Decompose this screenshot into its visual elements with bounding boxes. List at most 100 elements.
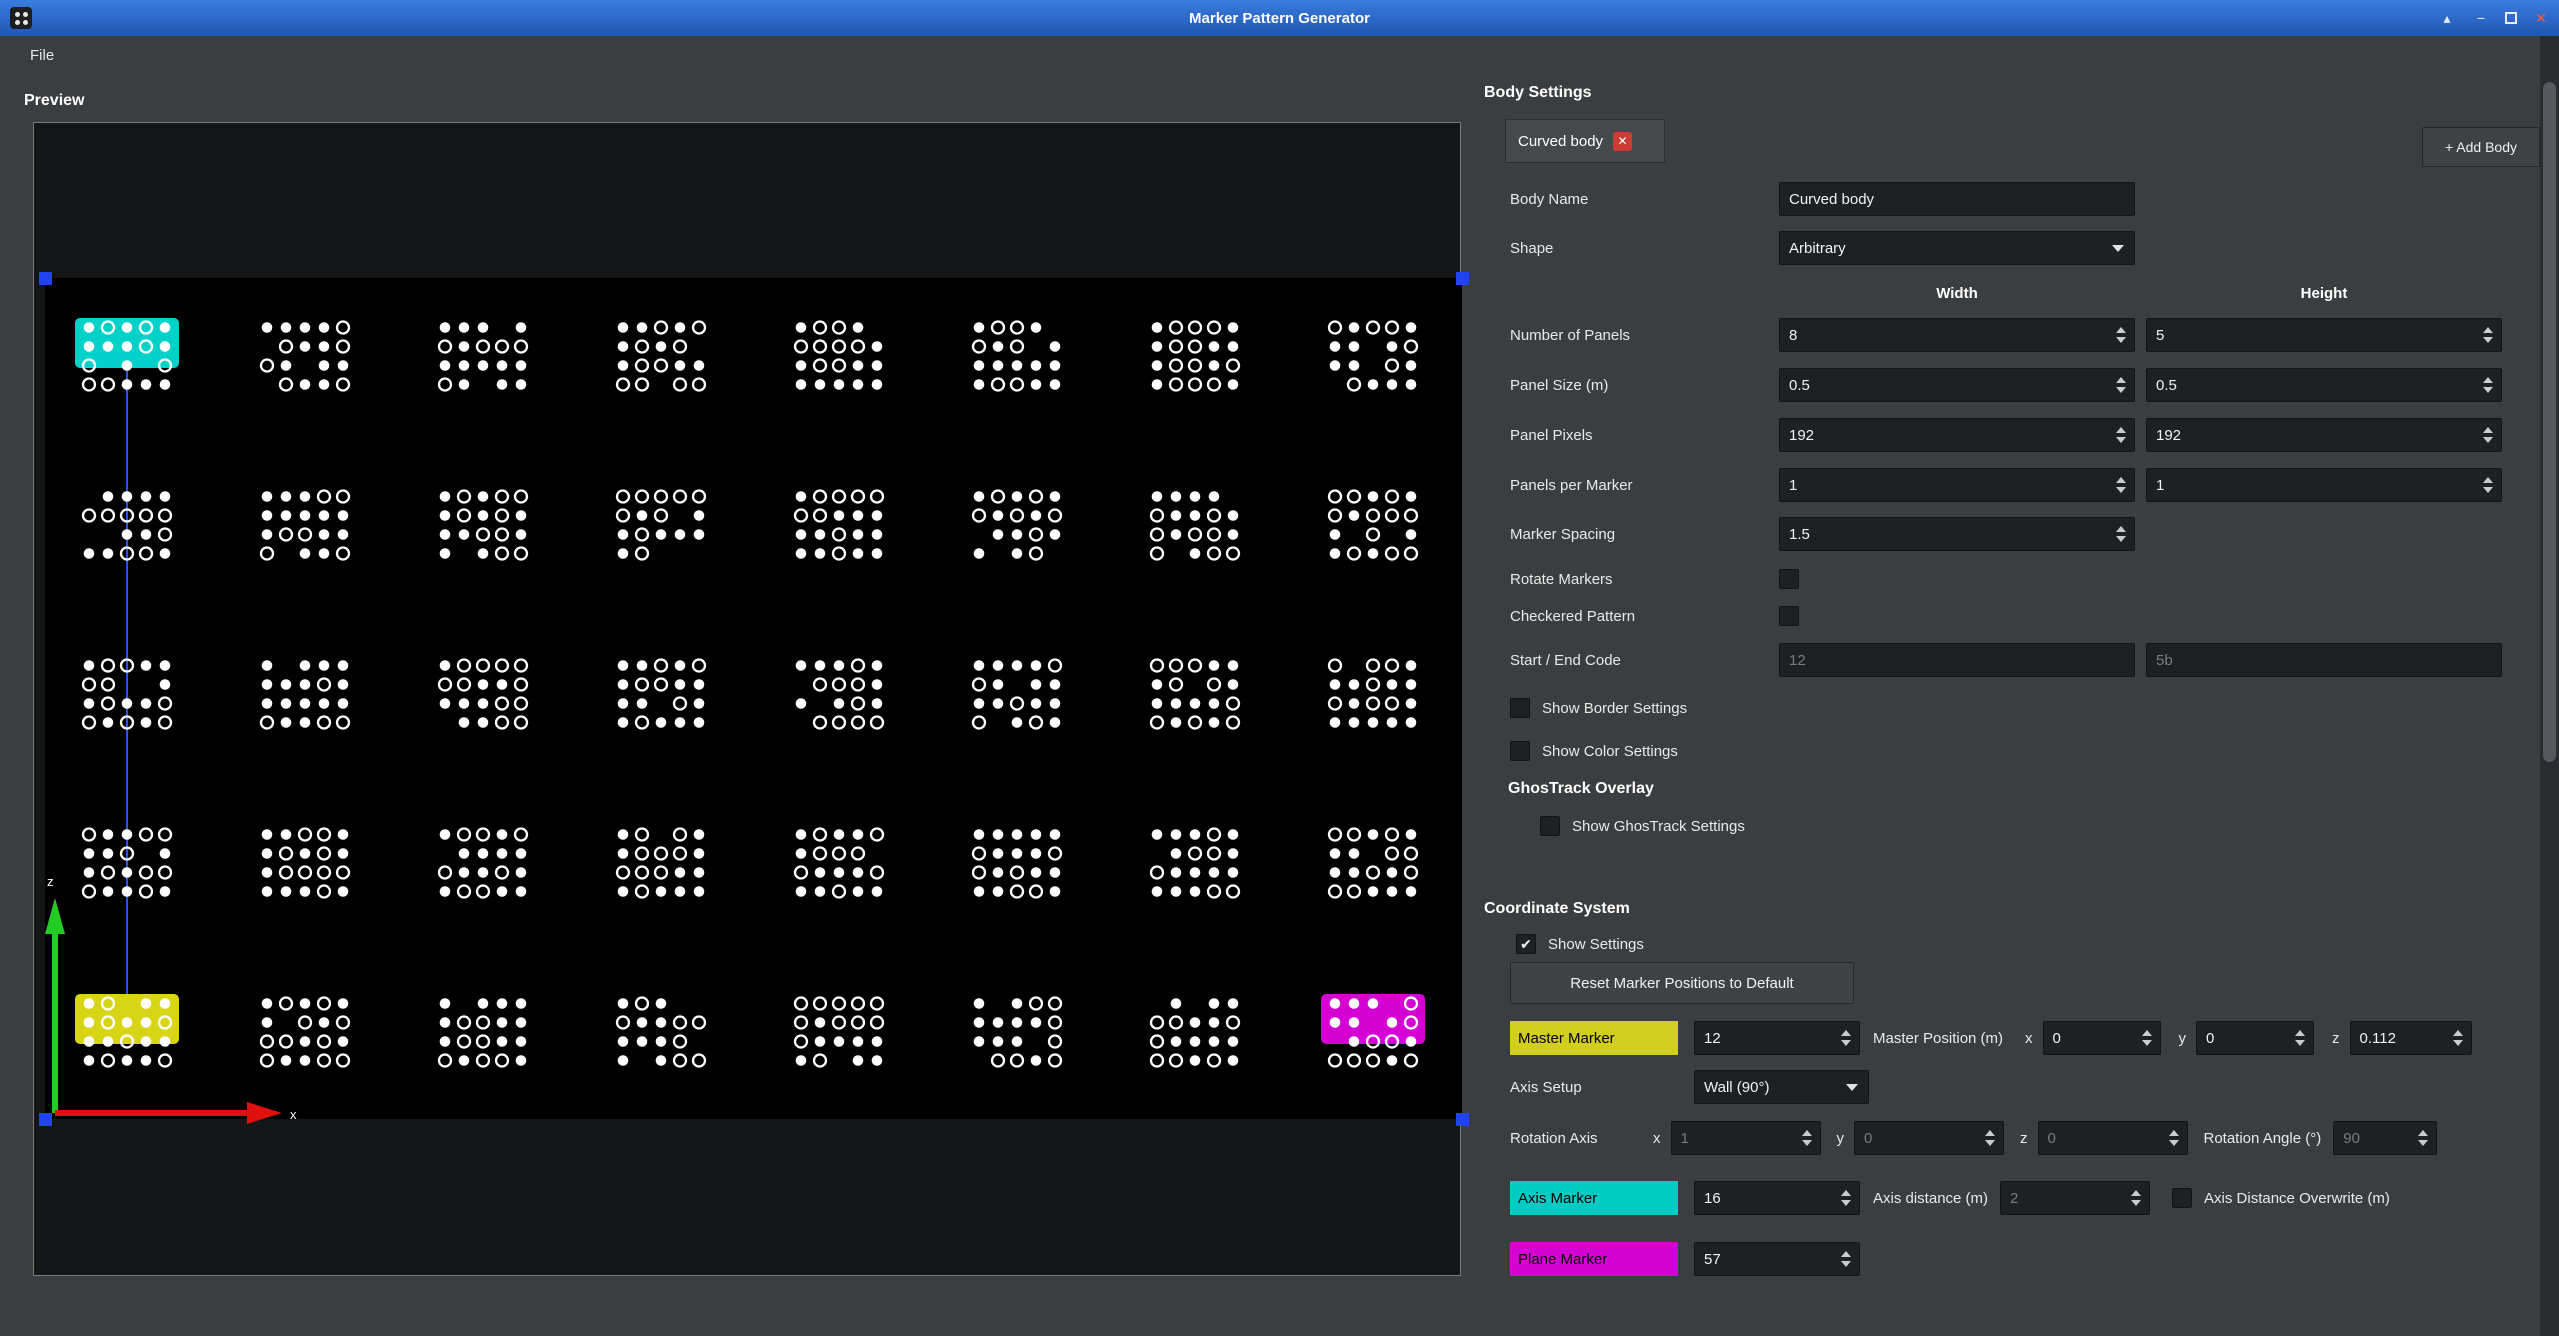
master-marker-spinbox[interactable]: 12 [1694, 1021, 1860, 1055]
show-color-settings-row: Show Color Settings [1510, 737, 1678, 765]
master-position-x-spinbox[interactable]: 0 [2043, 1021, 2161, 1055]
axis-distance-overwrite-label: Axis Distance Overwrite (m) [2204, 1190, 2390, 1207]
plane-marker-label: Plane Marker [1510, 1242, 1678, 1276]
marker-spacing-row: Marker Spacing 1.5 [1510, 517, 2135, 551]
number-of-panels-label: Number of Panels [1510, 327, 1779, 344]
maximize-window-icon[interactable] [2505, 12, 2517, 24]
vertical-scrollbar[interactable] [2540, 36, 2559, 1336]
spinner-arrows-icon[interactable] [2410, 1122, 2436, 1154]
spinner-arrows-icon[interactable] [1833, 1022, 1859, 1054]
spinner-arrows-icon[interactable] [2108, 469, 2134, 501]
close-tab-icon[interactable]: ✕ [1613, 132, 1632, 151]
show-ghostrack-settings-checkbox[interactable] [1540, 816, 1560, 836]
rotate-markers-label: Rotate Markers [1510, 571, 1779, 588]
tab-curved-body[interactable]: Curved body ✕ [1505, 119, 1665, 163]
axis-distance-label: Axis distance (m) [1873, 1190, 1988, 1207]
show-border-settings-checkbox[interactable] [1510, 698, 1530, 718]
width-column-header: Width [1779, 285, 2135, 302]
scrollbar-thumb[interactable] [2543, 82, 2556, 762]
spinner-arrows-icon[interactable] [1833, 1182, 1859, 1214]
panel-size-width-spinbox[interactable]: 0.5 [1779, 368, 2135, 402]
marker-preview-canvas[interactable]: zx [45, 278, 1462, 1119]
rotation-axis-x-spinbox[interactable]: 1 [1671, 1121, 1821, 1155]
spinner-arrows-icon[interactable] [2287, 1022, 2313, 1054]
spinner-arrows-icon[interactable] [2108, 518, 2134, 550]
axis-distance-overwrite-checkbox[interactable] [2172, 1188, 2192, 1208]
app-icon[interactable] [10, 7, 32, 29]
panels-per-marker-height-spinbox[interactable]: 1 [2146, 468, 2502, 502]
show-settings-row: ✔ Show Settings [1516, 930, 1644, 958]
svg-text:x: x [290, 1107, 297, 1122]
title-bar[interactable]: Marker Pattern Generator ▴ − ✕ [0, 0, 2559, 36]
spinner-arrows-icon[interactable] [2134, 1022, 2160, 1054]
spinner-arrows-icon[interactable] [1833, 1243, 1859, 1275]
start-code-input[interactable]: 12 [1779, 643, 2135, 677]
spinner-arrows-icon[interactable] [2161, 1122, 2187, 1154]
marker-spacing-spinbox[interactable]: 1.5 [1779, 517, 2135, 551]
menu-file[interactable]: File [20, 43, 64, 68]
rotation-axis-z-label: z [2020, 1130, 2028, 1147]
column-headers-row: Width Height [1510, 282, 2502, 304]
rotation-axis-y-spinbox[interactable]: 0 [1854, 1121, 2004, 1155]
panels-per-marker-row: Panels per Marker 1 1 [1510, 468, 2502, 502]
master-marker-label: Master Marker [1510, 1021, 1678, 1055]
axis-setup-dropdown[interactable]: Wall (90°) [1694, 1070, 1869, 1104]
panel-pixels-width-spinbox[interactable]: 192 [1779, 418, 2135, 452]
start-end-code-label: Start / End Code [1510, 652, 1779, 669]
settings-panel: Body Settings Curved body ✕ + Add Body B… [1484, 36, 2540, 1336]
show-settings-checkbox[interactable]: ✔ [1516, 934, 1536, 954]
panel-size-height-spinbox[interactable]: 0.5 [2146, 368, 2502, 402]
checkered-pattern-checkbox[interactable] [1779, 606, 1799, 626]
rotate-markers-checkbox[interactable] [1779, 569, 1799, 589]
rotation-axis-y-label: y [1837, 1130, 1845, 1147]
shade-window-icon[interactable]: ▴ [2437, 10, 2457, 27]
end-code-input[interactable]: 5b [2146, 643, 2502, 677]
spinner-arrows-icon[interactable] [2475, 319, 2501, 351]
show-settings-label: Show Settings [1548, 936, 1644, 953]
spinner-arrows-icon[interactable] [2123, 1182, 2149, 1214]
spinner-arrows-icon[interactable] [2108, 319, 2134, 351]
shape-dropdown[interactable]: Arbitrary [1779, 231, 2135, 265]
reset-marker-positions-button[interactable]: Reset Marker Positions to Default [1510, 962, 1854, 1004]
show-ghostrack-settings-label: Show GhosTrack Settings [1572, 818, 1745, 835]
panel-size-label: Panel Size (m) [1510, 377, 1779, 394]
height-column-header: Height [2146, 285, 2502, 302]
panel-size-row: Panel Size (m) 0.5 0.5 [1510, 368, 2502, 402]
rotation-axis-z-spinbox[interactable]: 0 [2038, 1121, 2188, 1155]
preview-title: Preview [24, 92, 84, 110]
tab-label: Curved body [1518, 133, 1603, 150]
number-of-panels-height-spinbox[interactable]: 5 [2146, 318, 2502, 352]
panels-per-marker-width-spinbox[interactable]: 1 [1779, 468, 2135, 502]
spinner-arrows-icon[interactable] [2108, 369, 2134, 401]
show-border-settings-label: Show Border Settings [1542, 700, 1687, 717]
panel-pixels-height-spinbox[interactable]: 192 [2146, 418, 2502, 452]
master-position-y-spinbox[interactable]: 0 [2196, 1021, 2314, 1055]
shape-row: Shape Arbitrary [1510, 231, 2135, 265]
master-position-x-label: x [2025, 1030, 2033, 1047]
coordinate-system-title: Coordinate System [1484, 900, 1630, 918]
plane-marker-spinbox[interactable]: 57 [1694, 1242, 1860, 1276]
close-window-icon[interactable]: ✕ [2531, 10, 2551, 27]
master-position-z-spinbox[interactable]: 0.112 [2350, 1021, 2472, 1055]
checkered-pattern-label: Checkered Pattern [1510, 608, 1779, 625]
number-of-panels-width-spinbox[interactable]: 8 [1779, 318, 2135, 352]
spinner-arrows-icon[interactable] [2445, 1022, 2471, 1054]
spinner-arrows-icon[interactable] [2475, 469, 2501, 501]
spinner-arrows-icon[interactable] [1794, 1122, 1820, 1154]
window-buttons: ▴ − ✕ [2437, 10, 2551, 27]
spinner-arrows-icon[interactable] [1977, 1122, 2003, 1154]
number-of-panels-row: Number of Panels 8 5 [1510, 318, 2502, 352]
axis-distance-spinbox[interactable]: 2 [2000, 1181, 2150, 1215]
spinner-arrows-icon[interactable] [2108, 419, 2134, 451]
add-body-button[interactable]: + Add Body [2422, 127, 2540, 167]
spinner-arrows-icon[interactable] [2475, 419, 2501, 451]
master-marker-row: Master Marker 12 Master Position (m) x 0… [1510, 1021, 2472, 1055]
show-color-settings-checkbox[interactable] [1510, 741, 1530, 761]
rotation-angle-spinbox[interactable]: 90 [2333, 1121, 2437, 1155]
minimize-window-icon[interactable]: − [2471, 10, 2491, 26]
axis-marker-spinbox[interactable]: 16 [1694, 1181, 1860, 1215]
window-title: Marker Pattern Generator [1189, 10, 1370, 27]
master-position-label: Master Position (m) [1873, 1030, 2003, 1047]
body-name-input[interactable]: Curved body [1779, 182, 2135, 216]
spinner-arrows-icon[interactable] [2475, 369, 2501, 401]
